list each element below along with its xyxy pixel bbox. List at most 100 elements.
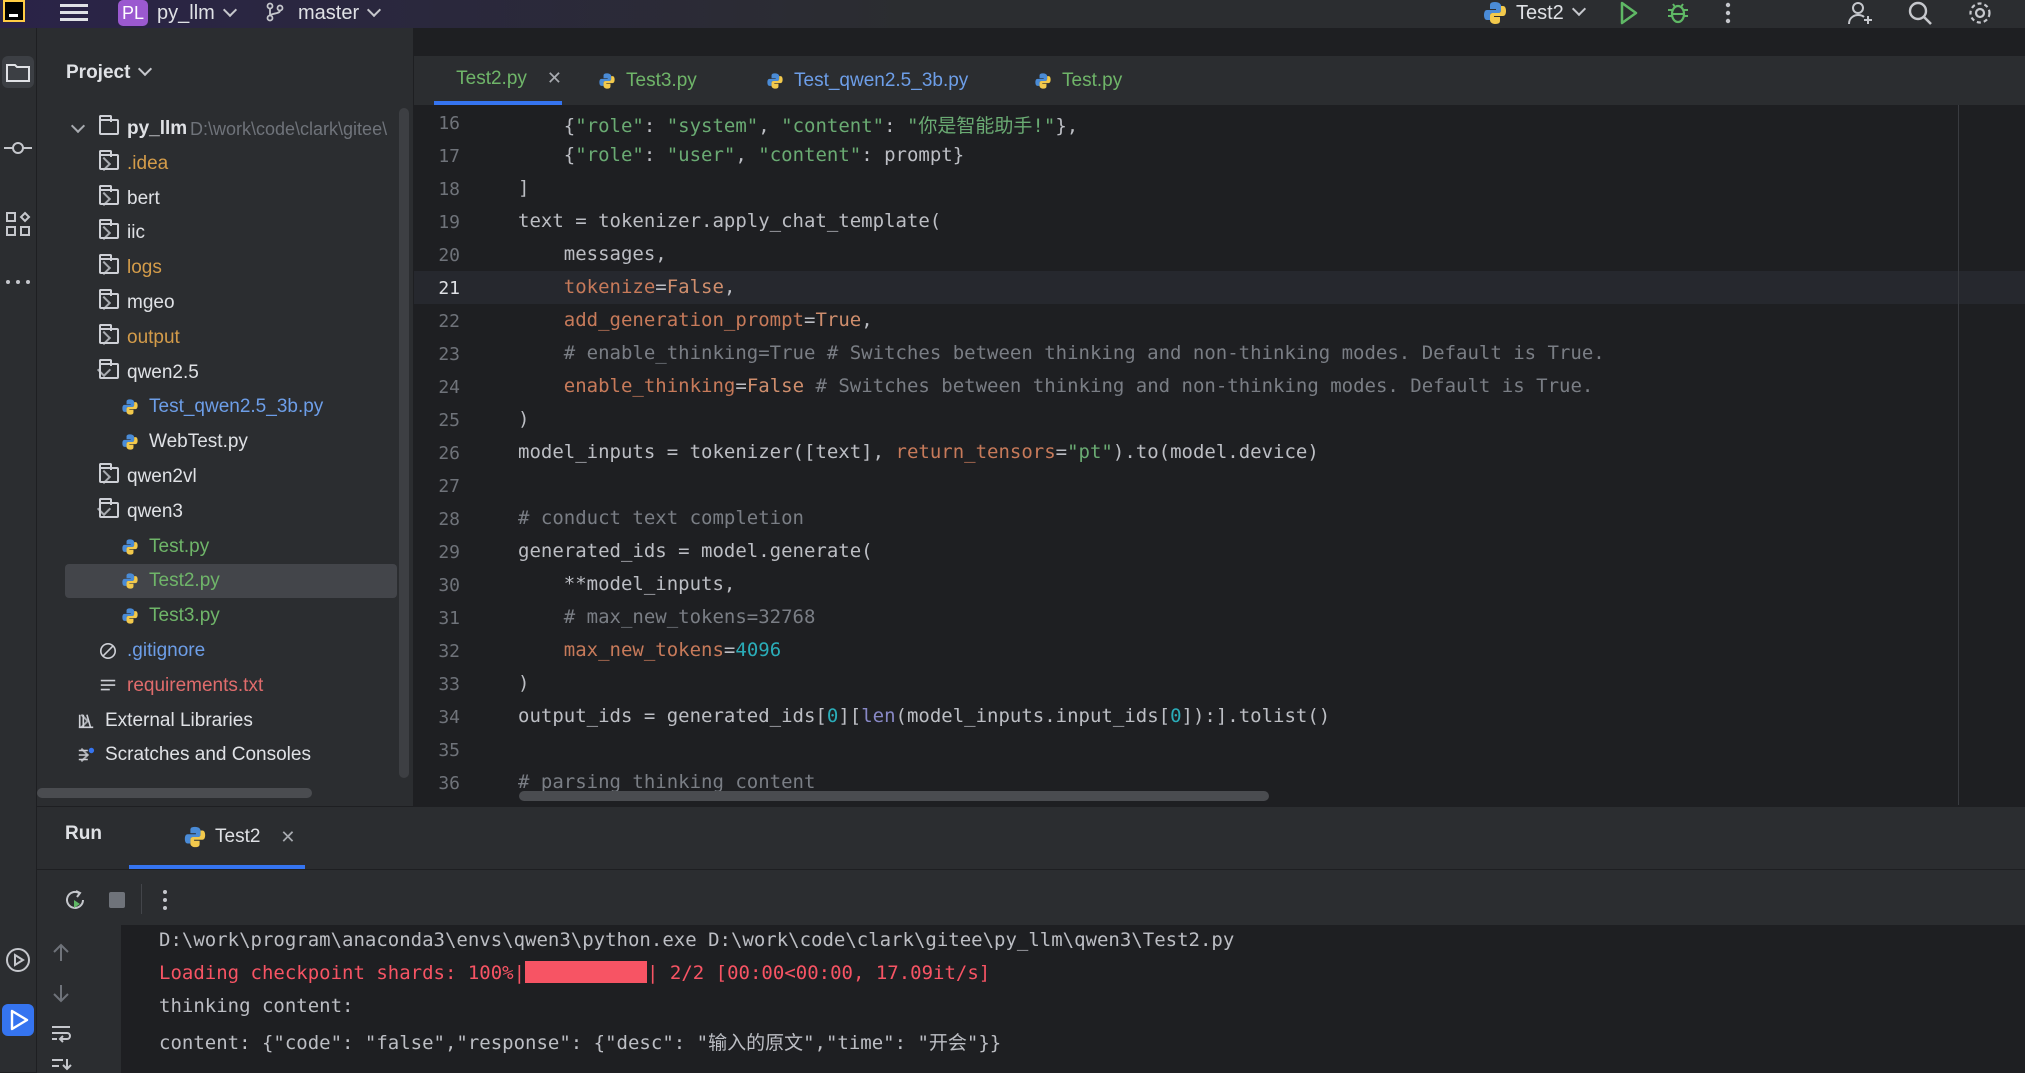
- editor-tab-bar: Test2.py ✕ Test3.py Test_qwen2.5_3b.py T…: [414, 56, 2025, 106]
- code-line: # enable_thinking=True # Switches betwee…: [518, 342, 1605, 364]
- stop-icon[interactable]: [107, 890, 127, 910]
- ide-logo-icon[interactable]: [3, 0, 25, 22]
- tree-item-label: iic: [127, 216, 145, 250]
- run-icon[interactable]: [1614, 0, 1642, 26]
- line-number: 33: [414, 674, 460, 695]
- library-icon: [77, 712, 95, 730]
- services-tool-button[interactable]: [2, 944, 34, 976]
- tool-window-strip: [0, 28, 37, 1072]
- project-horizontal-scrollbar[interactable]: [37, 788, 312, 798]
- tree-item-mgeo[interactable]: mgeo: [37, 286, 397, 320]
- run-config-selector[interactable]: Test2: [1482, 0, 1584, 26]
- project-panel-title[interactable]: Project: [66, 62, 150, 84]
- line-number: 31: [414, 608, 460, 629]
- tree-item-qwen2vl[interactable]: qwen2vl: [37, 460, 397, 494]
- folder-icon: [99, 189, 119, 205]
- more-horizontal-icon: [2, 266, 34, 298]
- line-number: 23: [414, 344, 460, 365]
- folder-icon: [2, 56, 34, 88]
- scroll-to-end-icon[interactable]: [49, 1057, 73, 1073]
- code-line: ): [518, 408, 529, 430]
- arrow-down-icon[interactable]: [49, 981, 73, 1005]
- structure-tool-button[interactable]: [2, 208, 34, 240]
- tree-item-label: bert: [127, 182, 160, 216]
- soft-wrap-icon[interactable]: [49, 1021, 73, 1045]
- close-icon[interactable]: ✕: [547, 54, 562, 103]
- python-icon: [1034, 72, 1052, 90]
- code-line: enable_thinking=False # Switches between…: [518, 375, 1593, 397]
- tree-item-iic[interactable]: iic: [37, 216, 397, 250]
- tree-item-test-qwen2-5-3b-py[interactable]: Test_qwen2.5_3b.py: [37, 390, 397, 424]
- line-number: 34: [414, 707, 460, 728]
- code-line: max_new_tokens=4096: [518, 639, 781, 661]
- tree-item-label: qwen2vl: [127, 460, 197, 494]
- tab-test-py[interactable]: Test.py: [1034, 56, 1122, 105]
- folder-icon: [99, 363, 119, 379]
- tree-item-label: mgeo: [127, 286, 175, 320]
- line-number: 29: [414, 542, 460, 563]
- line-number: 26: [414, 443, 460, 464]
- tree-item-gitignore[interactable]: .gitignore: [37, 634, 397, 668]
- tab-test2-py[interactable]: Test2.py ✕: [434, 56, 562, 105]
- tree-item-webtest-py[interactable]: WebTest.py: [37, 425, 397, 459]
- project-tool-button[interactable]: [2, 56, 34, 88]
- add-user-icon[interactable]: [1846, 0, 1874, 26]
- tree-item-qwen2-5[interactable]: qwen2.5: [37, 356, 397, 390]
- tree-item-test2-py[interactable]: Test2.py: [65, 564, 397, 598]
- commit-tool-button[interactable]: [2, 132, 34, 164]
- more-tools-button[interactable]: [2, 266, 34, 298]
- tree-item-idea[interactable]: .idea: [37, 147, 397, 181]
- tree-item-label: Test_qwen2.5_3b.py: [149, 390, 323, 424]
- project-badge[interactable]: PL: [118, 0, 148, 26]
- tree-root-py-llm[interactable]: py_llm D:\work\code\clark\gitee\: [37, 112, 397, 146]
- tab-label: Test2.py: [456, 54, 527, 103]
- code-line: generated_ids = model.generate(: [518, 540, 873, 562]
- tab-label: Test.py: [1062, 56, 1122, 105]
- settings-gear-icon[interactable]: [1966, 0, 1994, 26]
- tree-item-logs[interactable]: logs: [37, 251, 397, 285]
- console-output[interactable]: D:\work\program\anaconda3\envs\qwen3\pyt…: [121, 925, 2025, 1073]
- python-icon: [183, 825, 207, 849]
- code-line: messages,: [518, 243, 667, 265]
- code-editor[interactable]: 1617181920212223242526272829303132333435…: [414, 105, 2025, 805]
- tab-test3-py[interactable]: Test3.py: [598, 56, 697, 105]
- tree-item-label: Test2.py: [149, 564, 220, 598]
- line-number: 19: [414, 212, 460, 233]
- run-tool-button[interactable]: [2, 1004, 34, 1036]
- title-bar: PL py_llm master Test2: [0, 0, 2025, 28]
- editor-horizontal-scrollbar[interactable]: [519, 791, 1269, 801]
- tree-item-qwen3[interactable]: qwen3: [37, 495, 397, 529]
- python-file-icon: [121, 538, 139, 556]
- tree-item-test-py[interactable]: Test.py: [37, 530, 397, 564]
- project-vertical-scrollbar[interactable]: [399, 108, 409, 778]
- run-toolbar: [37, 869, 2025, 926]
- scratches-icon: [77, 746, 95, 764]
- folder-icon: [99, 223, 119, 239]
- branch-switcher[interactable]: master: [298, 2, 379, 25]
- tree-item-test3-py[interactable]: Test3.py: [37, 599, 397, 633]
- close-icon[interactable]: ✕: [280, 827, 295, 848]
- arrow-up-icon[interactable]: [49, 941, 73, 965]
- tree-item-label: qwen2.5: [127, 356, 199, 390]
- tree-item-requirements-txt[interactable]: requirements.txt: [37, 669, 397, 703]
- main-menu-icon[interactable]: [60, 0, 88, 24]
- rerun-icon[interactable]: [63, 888, 87, 912]
- line-number: 27: [414, 476, 460, 497]
- more-actions-icon[interactable]: [155, 888, 175, 912]
- tree-item-bert[interactable]: bert: [37, 182, 397, 216]
- project-panel: Project py_llm D:\work\code\clark\gitee\…: [37, 28, 414, 806]
- tree-item-scratches-and-consoles[interactable]: Scratches and Consoles: [37, 738, 397, 772]
- tree-item-output[interactable]: output: [37, 321, 397, 355]
- search-icon[interactable]: [1906, 0, 1934, 26]
- code-line: {"role": "system", "content": "你是智能助手!"}…: [518, 111, 1078, 138]
- console-line: Loading checkpoint shards: 100%|| 2/2 [0…: [159, 962, 990, 985]
- chevron-down-icon: [71, 119, 85, 133]
- more-actions-icon[interactable]: [1714, 0, 1742, 26]
- toolbar-divider: [141, 884, 142, 914]
- tree-item-external-libraries[interactable]: External Libraries: [37, 704, 397, 738]
- tab-test-qwen2-5-3b-py[interactable]: Test_qwen2.5_3b.py: [766, 56, 968, 105]
- debug-icon[interactable]: [1664, 0, 1692, 26]
- run-tab-test2[interactable]: Test2 ✕: [129, 807, 296, 867]
- project-switcher[interactable]: py_llm: [157, 2, 235, 25]
- structure-icon: [2, 208, 34, 240]
